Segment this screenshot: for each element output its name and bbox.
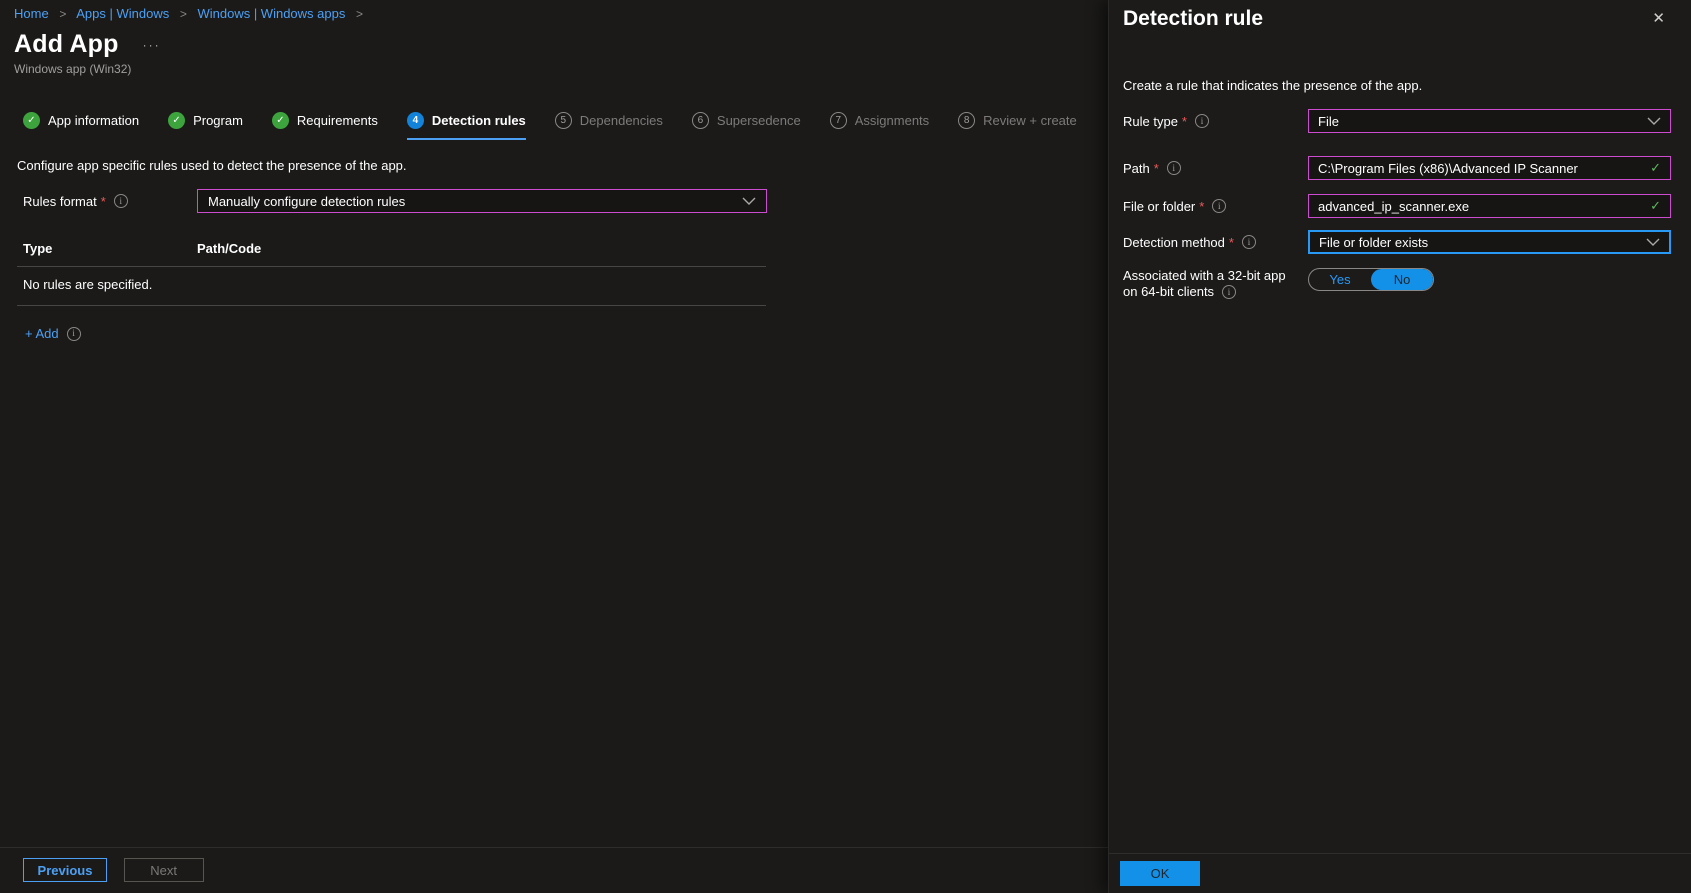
required-marker: * (101, 194, 106, 209)
step-number-badge: 5 (555, 112, 572, 129)
label-text: File or folder (1123, 199, 1195, 214)
required-marker: * (1229, 235, 1234, 250)
rule-type-label: Rule type * i (1123, 114, 1308, 129)
rules-format-dropdown[interactable]: Manually configure detection rules (197, 189, 767, 213)
tab-requirements[interactable]: ✓ Requirements (272, 112, 378, 140)
label-text: Detection method (1123, 235, 1225, 250)
chevron-down-icon (1646, 238, 1660, 247)
tab-assignments[interactable]: 7 Assignments (830, 112, 929, 140)
tab-label: Detection rules (432, 113, 526, 128)
breadcrumb: Home > Apps | Windows > Windows | Window… (0, 0, 1108, 21)
tab-program[interactable]: ✓ Program (168, 112, 243, 140)
breadcrumb-separator-icon: > (356, 7, 363, 21)
required-marker: * (1199, 199, 1204, 214)
step-number-badge: 4 (407, 112, 424, 129)
rules-format-label: Rules format * i (23, 194, 197, 209)
detection-method-label: Detection method * i (1123, 235, 1308, 250)
wizard-footer: Previous Next (0, 847, 1108, 893)
page-title: Add App (14, 30, 119, 59)
panel-footer: OK (1109, 853, 1691, 893)
previous-button[interactable]: Previous (23, 858, 107, 882)
ok-button[interactable]: OK (1120, 861, 1200, 886)
table-header-row: Type Path/Code (17, 237, 766, 267)
info-icon[interactable]: i (1212, 199, 1226, 213)
detection-method-dropdown[interactable]: File or folder exists (1308, 230, 1671, 254)
required-marker: * (1182, 114, 1187, 129)
step-complete-check-icon: ✓ (168, 112, 185, 129)
tab-label: Program (193, 113, 243, 128)
tab-detection-rules[interactable]: 4 Detection rules (407, 112, 526, 140)
detection-rules-description: Configure app specific rules used to det… (17, 158, 1108, 173)
breadcrumb-separator-icon: > (180, 7, 187, 21)
detection-rule-panel: Detection rule ✕ Create a rule that indi… (1108, 0, 1691, 893)
rule-type-value: File (1318, 114, 1339, 129)
label-text: on 64-bit clients (1123, 284, 1214, 300)
add-rule-link[interactable]: + Add (25, 326, 59, 341)
path-field[interactable]: ✓ (1308, 156, 1671, 180)
path-input[interactable] (1318, 161, 1644, 176)
required-marker: * (1154, 161, 1159, 176)
rule-type-dropdown[interactable]: File (1308, 109, 1671, 133)
step-number-badge: 7 (830, 112, 847, 129)
valid-check-icon: ✓ (1650, 160, 1661, 176)
info-icon[interactable]: i (67, 327, 81, 341)
toggle-no-option[interactable]: No (1371, 269, 1433, 290)
tab-label: Assignments (855, 113, 929, 128)
info-icon[interactable]: i (1167, 161, 1181, 175)
step-complete-check-icon: ✓ (23, 112, 40, 129)
panel-description: Create a rule that indicates the presenc… (1123, 78, 1691, 93)
page-subtitle: Windows app (Win32) (14, 62, 1108, 76)
breadcrumb-home[interactable]: Home (14, 6, 49, 21)
tab-app-information[interactable]: ✓ App information (23, 112, 139, 140)
valid-check-icon: ✓ (1650, 198, 1661, 214)
main-content: Home > Apps | Windows > Windows | Window… (0, 0, 1108, 893)
tab-supersedence[interactable]: 6 Supersedence (692, 112, 801, 140)
tab-label: Requirements (297, 113, 378, 128)
toggle-yes-option[interactable]: Yes (1309, 269, 1371, 290)
path-label: Path * i (1123, 161, 1308, 176)
info-icon[interactable]: i (1222, 285, 1236, 299)
label-text: Rules format (23, 194, 97, 209)
detection-method-value: File or folder exists (1319, 235, 1428, 250)
info-icon[interactable]: i (1242, 235, 1256, 249)
file-or-folder-label: File or folder * i (1123, 199, 1308, 214)
associated-32bit-toggle: Yes No (1308, 268, 1434, 291)
rules-format-value: Manually configure detection rules (208, 194, 405, 209)
breadcrumb-windows-apps[interactable]: Windows | Windows apps (197, 6, 345, 21)
column-header-type: Type (23, 241, 197, 256)
tab-label: Review + create (983, 113, 1077, 128)
column-header-path-code: Path/Code (197, 241, 261, 256)
more-options-icon[interactable]: ··· (143, 38, 161, 52)
detection-rules-table: Type Path/Code No rules are specified. (17, 237, 766, 306)
associated-32bit-label: Associated with a 32-bit app on 64-bit c… (1123, 268, 1308, 300)
file-or-folder-field[interactable]: ✓ (1308, 194, 1671, 218)
step-number-badge: 6 (692, 112, 709, 129)
wizard-steps: ✓ App information ✓ Program ✓ Requiremen… (23, 112, 1108, 140)
label-text: Path (1123, 161, 1150, 176)
tab-review-create[interactable]: 8 Review + create (958, 112, 1077, 140)
file-or-folder-input[interactable] (1318, 199, 1644, 214)
info-icon[interactable]: i (1195, 114, 1209, 128)
next-button[interactable]: Next (124, 858, 204, 882)
breadcrumb-apps-windows[interactable]: Apps | Windows (76, 6, 169, 21)
chevron-down-icon (742, 197, 756, 206)
chevron-down-icon (1647, 117, 1661, 126)
label-text: Associated with a 32-bit app (1123, 268, 1286, 284)
tab-label: Supersedence (717, 113, 801, 128)
table-empty-message: No rules are specified. (17, 267, 766, 306)
panel-title: Detection rule (1109, 0, 1691, 31)
step-complete-check-icon: ✓ (272, 112, 289, 129)
breadcrumb-separator-icon: > (59, 7, 66, 21)
label-text: Rule type (1123, 114, 1178, 129)
tab-dependencies[interactable]: 5 Dependencies (555, 112, 663, 140)
info-icon[interactable]: i (114, 194, 128, 208)
close-icon[interactable]: ✕ (1652, 9, 1665, 27)
tab-label: Dependencies (580, 113, 663, 128)
tab-label: App information (48, 113, 139, 128)
step-number-badge: 8 (958, 112, 975, 129)
